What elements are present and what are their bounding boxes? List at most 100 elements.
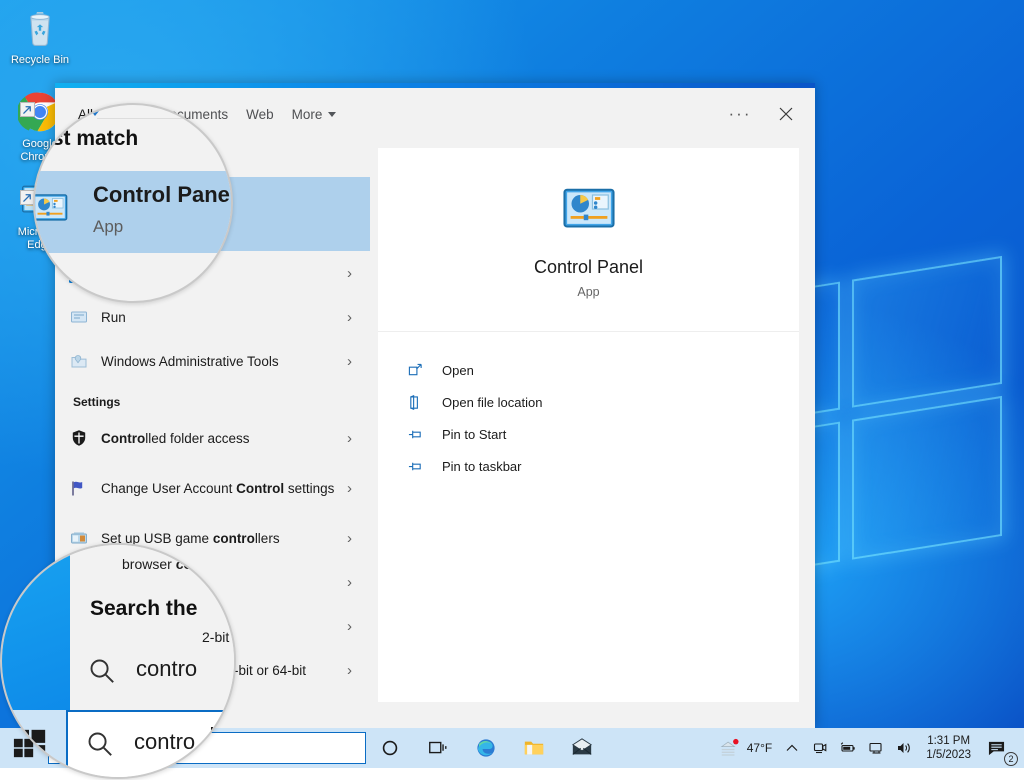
tray-date: 1/5/2023	[926, 748, 971, 762]
chevron-down-icon	[328, 112, 336, 117]
chevron-right-icon: ›	[347, 618, 362, 635]
pin-icon	[404, 427, 426, 442]
tray-notifications[interactable]: 2	[981, 728, 1020, 768]
magnifier-overlay-best-match: Best match Control Panel App	[33, 103, 233, 303]
tray-meet-now[interactable]	[806, 728, 834, 768]
folder-open-icon	[404, 395, 426, 410]
result-label-rest: settings	[284, 481, 334, 496]
magnified-result-subtitle: App	[93, 217, 123, 237]
result-label-bold: Control	[236, 481, 284, 496]
close-icon	[778, 106, 794, 122]
taskbar-file-explorer-button[interactable]	[510, 728, 558, 768]
tray-battery[interactable]	[834, 728, 862, 768]
meet-now-icon	[812, 740, 828, 756]
desktop-icon-label: Recycle Bin	[11, 54, 69, 66]
search-icon	[88, 657, 116, 685]
chevron-right-icon: ›	[347, 353, 362, 370]
notification-count-badge: 2	[1004, 752, 1018, 766]
action-label: Open file location	[442, 395, 542, 410]
result-label: Run	[101, 309, 347, 326]
chevron-right-icon: ›	[347, 574, 362, 591]
admin-tools-icon	[67, 349, 91, 373]
cortana-icon	[379, 737, 401, 759]
system-tray: 47°F	[708, 728, 1024, 768]
magnified-query-upper: contro	[136, 656, 197, 682]
search-header-buttons: ···	[719, 88, 807, 140]
result-label-rest: llers	[255, 531, 280, 546]
magnified-query-lower: contro	[134, 729, 195, 755]
more-options-button[interactable]: ···	[719, 94, 761, 134]
result-label-bold: Contro	[101, 431, 145, 446]
tab-label: Web	[246, 107, 274, 122]
chevron-right-icon: ›	[347, 430, 362, 447]
magnified-bit-text: 2-bit or 64-bit	[202, 629, 236, 645]
chevron-right-icon: ›	[347, 480, 362, 497]
preview-subtitle: App	[577, 285, 599, 299]
file-explorer-icon	[523, 737, 545, 759]
chevron-right-icon: ›	[347, 265, 362, 282]
result-label: Change User Account Control settings	[101, 480, 347, 497]
windows-logo-icon	[14, 727, 48, 761]
weather-cloud-icon	[718, 738, 740, 758]
result-row-controlled-folder-access[interactable]: Controlled folder access ›	[55, 416, 370, 460]
tray-network[interactable]	[862, 728, 890, 768]
open-icon	[404, 363, 426, 378]
tab-web[interactable]: Web	[237, 88, 283, 140]
task-view-icon	[427, 737, 449, 759]
magnified-best-match-label: Best match	[33, 127, 138, 151]
run-icon	[67, 305, 91, 329]
magnifier-overlay-search-box: browser control Search the 2-bit or 64-b…	[0, 543, 236, 779]
result-label-pre: Change User Account	[101, 481, 236, 496]
result-label-rest: lled folder access	[145, 431, 249, 446]
magnified-text-cursor	[211, 727, 213, 755]
result-label: Controlled folder access	[101, 430, 347, 447]
volume-icon	[896, 740, 912, 756]
magnified-search-web-label: Search the	[90, 597, 197, 621]
tab-more[interactable]: More	[283, 88, 346, 140]
control-panel-icon	[33, 189, 69, 227]
action-pin-to-start[interactable]: Pin to Start	[404, 418, 799, 450]
taskbar-cortana-button[interactable]	[366, 728, 414, 768]
magnifier-content: Best match Control Panel App	[35, 105, 233, 303]
action-label: Open	[442, 363, 474, 378]
close-button[interactable]	[765, 94, 807, 134]
tray-weather-temp: 47°F	[747, 741, 772, 755]
tray-clock[interactable]: 1:31 PM 1/5/2023	[918, 734, 981, 762]
result-row-windows-administrative-tools[interactable]: Windows Administrative Tools ›	[55, 339, 370, 383]
tray-weather[interactable]: 47°F	[708, 728, 778, 768]
uac-flag-icon	[67, 476, 91, 500]
pin-icon	[404, 459, 426, 474]
magnified-browser-control-text: browser control	[122, 556, 223, 572]
tray-volume[interactable]	[890, 728, 918, 768]
chevron-right-icon: ›	[347, 309, 362, 326]
magnified-result-title: Control Panel	[93, 182, 233, 208]
taskbar-mail-button[interactable]	[558, 728, 606, 768]
recycle-bin-icon	[18, 6, 62, 50]
taskbar-task-view-button[interactable]	[414, 728, 462, 768]
shield-icon	[67, 426, 91, 450]
divider	[97, 118, 233, 119]
action-open-file-location[interactable]: Open file location	[404, 386, 799, 418]
tray-time: 1:31 PM	[926, 734, 971, 748]
desktop-background: Recycle Bin Google Chrome	[0, 0, 1024, 768]
magnified-wallpaper	[2, 545, 70, 710]
action-label: Pin to taskbar	[442, 459, 522, 474]
desktop-icon-recycle-bin[interactable]: Recycle Bin	[2, 6, 78, 67]
result-label-bold: contro	[213, 531, 255, 546]
shortcut-badge-icon	[20, 102, 35, 117]
mail-icon	[571, 737, 593, 759]
more-options-icon: ···	[729, 104, 752, 124]
section-label-settings: Settings	[55, 383, 370, 416]
taskbar-edge-button[interactable]	[462, 728, 510, 768]
network-icon	[868, 740, 884, 756]
action-pin-to-taskbar[interactable]: Pin to taskbar	[404, 450, 799, 482]
action-open[interactable]: Open	[404, 354, 799, 386]
tab-label: More	[292, 107, 323, 122]
chevron-right-icon: ›	[347, 662, 362, 679]
result-row-run[interactable]: Run ›	[55, 295, 370, 339]
tray-show-hidden-icons[interactable]	[778, 728, 806, 768]
result-row-change-uac-settings[interactable]: Change User Account Control settings ›	[55, 460, 370, 516]
preview-actions-list: Open Open file location	[378, 332, 799, 702]
chevron-up-icon	[784, 740, 800, 756]
edge-icon	[475, 737, 497, 759]
